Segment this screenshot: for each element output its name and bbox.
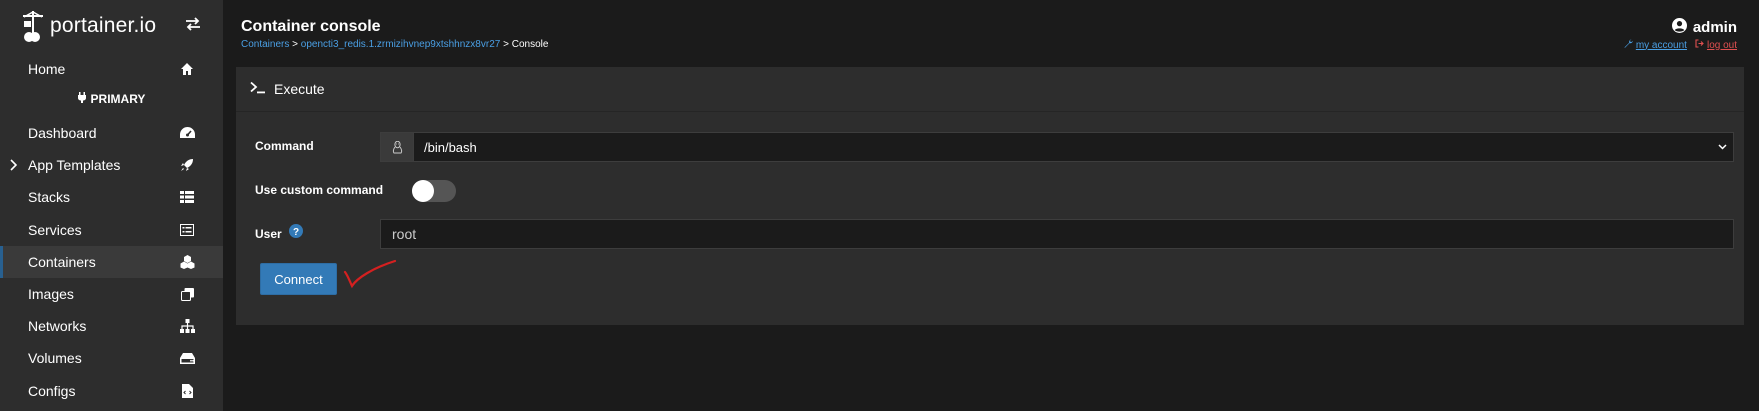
my-account-label: my account: [1635, 39, 1687, 51]
breadcrumb-separator: >: [292, 39, 298, 50]
cubes-icon: [179, 254, 195, 270]
log-out-label: log out: [1706, 39, 1737, 51]
sidebar-item-configs[interactable]: Configs: [0, 375, 223, 407]
wrench-icon: [1624, 39, 1633, 51]
list-alt-icon: [179, 222, 195, 238]
environment-name: PRIMARY: [90, 92, 146, 106]
page-header: Container console Containers > opencti3_…: [223, 0, 1759, 58]
sidebar-item-label: Volumes: [28, 350, 82, 366]
sidebar: portainer.io Home PRIMARY Dashboard App …: [0, 0, 223, 411]
command-value: /bin/bash: [424, 139, 477, 155]
breadcrumb-container-link[interactable]: opencti3_redis.1.zrmizihvnep9xtshhnzx8vr…: [301, 39, 501, 50]
execute-panel: Execute Command /bin/bash Use custom com…: [236, 67, 1744, 325]
clone-icon: [179, 286, 195, 302]
sidebar-item-label: Services: [28, 222, 82, 238]
home-icon: [179, 61, 195, 77]
brand: portainer.io: [0, 0, 223, 52]
user-input[interactable]: [380, 219, 1734, 249]
sidebar-item-volumes[interactable]: Volumes: [0, 342, 223, 374]
chevron-right-icon[interactable]: [9, 158, 18, 174]
terminal-icon: [250, 81, 266, 97]
brand-name: portainer.io: [50, 14, 157, 37]
sidebar-item-networks[interactable]: Networks: [0, 310, 223, 342]
environment-label: PRIMARY: [0, 92, 223, 106]
sidebar-item-app-templates[interactable]: App Templates: [0, 149, 223, 181]
toggle-knob: [412, 180, 434, 202]
question-circle-icon[interactable]: ?: [289, 224, 303, 241]
rocket-icon: [179, 157, 195, 173]
svg-text:?: ?: [293, 227, 299, 238]
portainer-crane-icon: [23, 11, 43, 42]
username: admin: [1692, 19, 1737, 36]
chevron-down-icon: [1711, 133, 1733, 161]
sidebar-item-label: Stacks: [28, 189, 71, 205]
sidebar-item-home[interactable]: Home: [0, 53, 223, 85]
swap-arrows-icon[interactable]: [185, 16, 201, 35]
user-label: User: [255, 227, 282, 241]
panel-header: Execute: [236, 67, 1744, 112]
sign-out-icon: [1695, 39, 1704, 51]
portainer-logo[interactable]: portainer.io: [20, 9, 156, 43]
command-label: Command: [255, 139, 314, 153]
sidebar-item-label: App Templates: [28, 157, 121, 173]
connect-button[interactable]: Connect: [260, 263, 337, 295]
sidebar-item-label: Home: [28, 61, 66, 77]
th-list-icon: [179, 189, 195, 205]
log-out-link[interactable]: log out: [1695, 39, 1737, 51]
sidebar-item-dashboard[interactable]: Dashboard: [0, 117, 223, 149]
breadcrumb-containers-link[interactable]: Containers: [241, 39, 289, 50]
sidebar-item-images[interactable]: Images: [0, 278, 223, 310]
my-account-link[interactable]: my account: [1624, 39, 1687, 51]
sidebar-item-stacks[interactable]: Stacks: [0, 181, 223, 213]
tachometer-icon: [179, 125, 195, 141]
hdd-icon: [179, 350, 195, 366]
sidebar-item-containers[interactable]: Containers: [0, 246, 223, 278]
user-links: my account log out: [1624, 39, 1737, 51]
linux-icon: [381, 133, 414, 161]
plug-icon: [77, 92, 86, 106]
sidebar-item-label: Images: [28, 286, 74, 302]
custom-command-toggle[interactable]: [412, 180, 456, 202]
breadcrumb-current: Console: [511, 39, 549, 50]
file-code-icon: [179, 383, 195, 399]
user-circle-icon: [1671, 18, 1687, 37]
breadcrumb: Containers > opencti3_redis.1.zrmizihvne…: [241, 39, 548, 50]
panel-title: Execute: [274, 81, 325, 97]
breadcrumb-separator: >: [503, 39, 509, 50]
sidebar-item-label: Dashboard: [28, 125, 97, 141]
command-select[interactable]: /bin/bash: [380, 132, 1734, 162]
sitemap-icon: [179, 318, 195, 334]
user-info: admin: [1671, 18, 1737, 37]
sidebar-item-services[interactable]: Services: [0, 214, 223, 246]
sidebar-item-label: Containers: [28, 254, 96, 270]
custom-command-label: Use custom command: [255, 183, 384, 197]
sidebar-item-label: Configs: [28, 383, 76, 399]
red-checkmark-annotation: [343, 259, 397, 289]
page-title: Container console: [241, 18, 381, 35]
sidebar-item-label: Networks: [28, 318, 87, 334]
